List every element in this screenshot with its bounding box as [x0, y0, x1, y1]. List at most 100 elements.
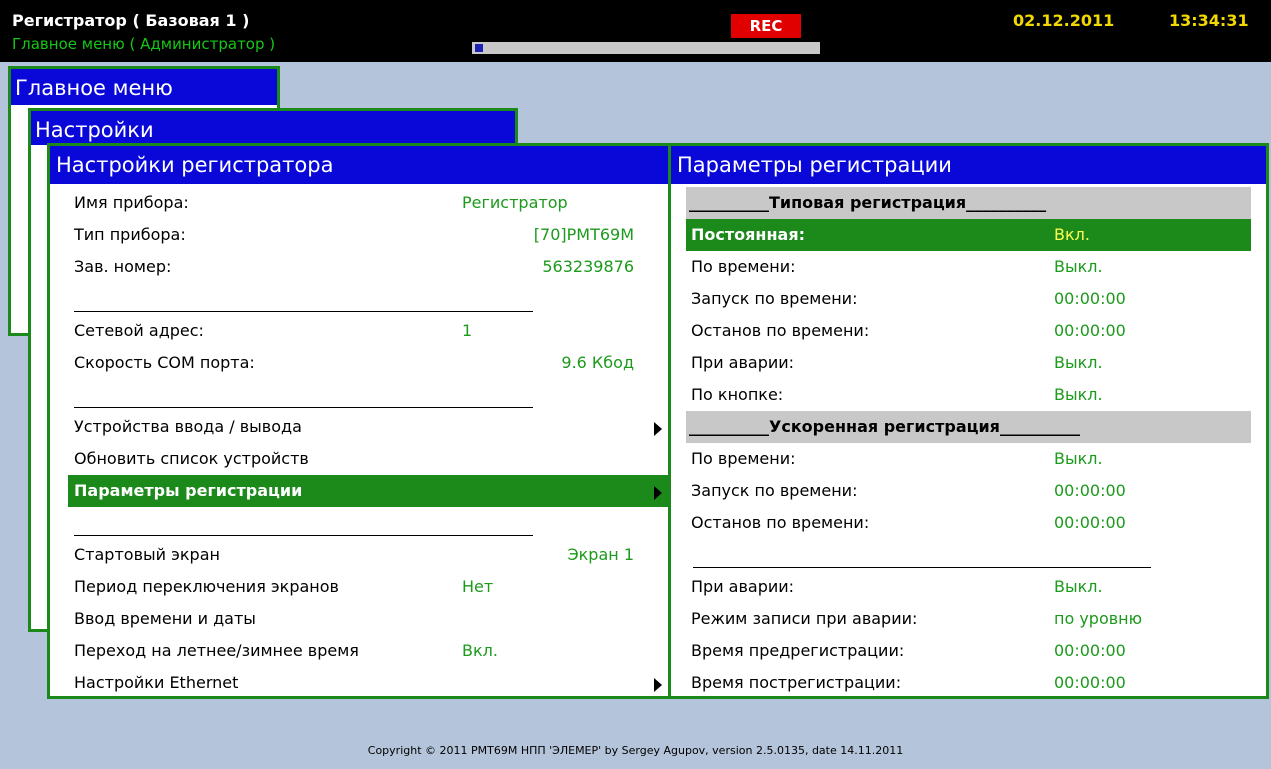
- menu-item-label: Скорость COM порта:: [74, 353, 255, 372]
- param-row[interactable]: По времени: Выкл.: [671, 443, 1266, 475]
- menu-item-value: [70]РМТ69М: [533, 225, 634, 244]
- recorder-settings-list: Имя прибора: Регистратор Тип прибора: [70]Р…: [50, 187, 668, 699]
- param-label: По времени:: [691, 257, 796, 276]
- menu-item[interactable]: Зав. номер: 563239876: [50, 251, 668, 283]
- menu-item[interactable]: Обновить список устройств: [50, 443, 668, 475]
- group-header: __________Типовая регистрация__________: [686, 187, 1251, 219]
- separator-line: [74, 407, 533, 408]
- group-header-label: __________Ускоренная регистрация________…: [689, 417, 1080, 436]
- settings-title: Настройки: [31, 111, 515, 145]
- param-row[interactable]: При аварии: Выкл.: [671, 347, 1266, 379]
- param-row[interactable]: Запуск по времени: 00:00:00: [671, 475, 1266, 507]
- param-row[interactable]: Останов по времени: 00:00:00: [671, 507, 1266, 539]
- separator-line: [74, 311, 533, 312]
- progress-marker: [475, 44, 483, 52]
- param-value: Выкл.: [1054, 577, 1103, 596]
- menu-item-label: Сетевой адрес:: [74, 321, 204, 340]
- param-value: по уровню: [1054, 609, 1143, 628]
- menu-item-value: Вкл.: [462, 641, 498, 660]
- param-label: Останов по времени:: [691, 321, 870, 340]
- separator: [50, 283, 668, 315]
- menu-item[interactable]: Ввод времени и даты: [50, 603, 668, 635]
- separator-line: [693, 567, 1151, 568]
- param-value: 00:00:00: [1054, 673, 1126, 692]
- rec-indicator: REC: [731, 14, 801, 38]
- menu-item-label: Обновить список устройств: [74, 449, 309, 468]
- recorder-settings-title: Настройки регистратора: [50, 146, 668, 184]
- menu-item[interactable]: Стартовый экран Экран 1: [50, 539, 668, 571]
- menu-item-value: 563239876: [542, 257, 634, 276]
- param-label: При аварии:: [691, 577, 795, 596]
- separator: [50, 379, 668, 411]
- menu-item[interactable]: Сетевой адрес: 1: [50, 315, 668, 347]
- status-header: Регистратор ( Базовая 1 ) Главное меню (…: [0, 0, 1271, 62]
- menu-item-value: 9.6 Кбод: [561, 353, 634, 372]
- registration-params-panel: Параметры регистрации __________Типовая …: [668, 143, 1269, 699]
- param-value: Выкл.: [1054, 449, 1103, 468]
- param-label: По времени:: [691, 449, 796, 468]
- menu-item[interactable]: Скорость COM порта: 9.6 Кбод: [50, 347, 668, 379]
- menu-item[interactable]: Период переключения экранов Нет: [50, 571, 668, 603]
- submenu-arrow-icon: [654, 678, 662, 692]
- registration-params-list: __________Типовая регистрация__________ П…: [671, 187, 1266, 699]
- param-label: Запуск по времени:: [691, 289, 858, 308]
- param-row[interactable]: При аварии: Выкл.: [671, 571, 1266, 603]
- registration-params-title: Параметры регистрации: [671, 146, 1266, 184]
- progress-bar: [472, 42, 820, 54]
- menu-item[interactable]: Настройки Ethernet: [50, 667, 668, 699]
- menu-item-label: Настройки Ethernet: [74, 673, 239, 692]
- separator: [671, 539, 1266, 571]
- param-value: Выкл.: [1054, 257, 1103, 276]
- param-label: По кнопке:: [691, 385, 784, 404]
- menu-item-label: Тип прибора:: [74, 225, 186, 244]
- menu-item-label: Имя прибора:: [74, 193, 189, 212]
- menu-item-label: Устройства ввода / вывода: [74, 417, 302, 436]
- param-row[interactable]: Время предрегистрации: 00:00:00: [671, 635, 1266, 667]
- menu-item-label: Период переключения экранов: [74, 577, 339, 596]
- submenu-arrow-icon: [654, 422, 662, 436]
- param-row[interactable]: По кнопке: Выкл.: [671, 379, 1266, 411]
- progress-fill: [472, 42, 483, 54]
- param-label: Останов по времени:: [691, 513, 870, 532]
- date-display: 02.12.2011: [1013, 11, 1115, 30]
- copyright-footer: Copyright © 2011 РМТ69М НПП 'ЭЛЕМЕР' by …: [367, 744, 904, 757]
- param-label: Запуск по времени:: [691, 481, 858, 500]
- separator: [50, 507, 668, 539]
- submenu-arrow-icon: [654, 486, 662, 500]
- param-row[interactable]: Останов по времени: 00:00:00: [671, 315, 1266, 347]
- param-value: 00:00:00: [1054, 641, 1126, 660]
- menu-item[interactable]: Имя прибора: Регистратор: [50, 187, 668, 219]
- param-label: Постоянная:: [691, 225, 805, 244]
- param-row[interactable]: По времени: Выкл.: [671, 251, 1266, 283]
- param-row[interactable]: Запуск по времени: 00:00:00: [671, 283, 1266, 315]
- param-label: Время пострегистрации:: [691, 673, 902, 692]
- param-value: Выкл.: [1054, 385, 1103, 404]
- menu-item[interactable]: Устройства ввода / вывода: [50, 411, 668, 443]
- menu-item-label: Ввод времени и даты: [74, 609, 256, 628]
- group-header-label: __________Типовая регистрация__________: [689, 193, 1047, 212]
- param-label: Режим записи при аварии:: [691, 609, 918, 628]
- menu-item[interactable]: Параметры регистрации: [68, 475, 668, 507]
- device-title: Регистратор ( Базовая 1 ): [12, 11, 250, 30]
- time-display: 13:34:31: [1169, 11, 1249, 30]
- param-value: Вкл.: [1054, 225, 1090, 244]
- param-value: Выкл.: [1054, 353, 1103, 372]
- param-value: 00:00:00: [1054, 481, 1126, 500]
- menu-item-value: Нет: [462, 577, 494, 596]
- menu-item-label: Переход на летнее/зимнее время: [74, 641, 359, 660]
- recorder-settings-panel: Настройки регистратора Имя прибора: Регис…: [47, 143, 671, 699]
- param-row[interactable]: Время пострегистрации: 00:00:00: [671, 667, 1266, 699]
- menu-item-value: Экран 1: [567, 545, 634, 564]
- param-value: 00:00:00: [1054, 513, 1126, 532]
- main-menu-title: Главное меню: [11, 69, 277, 105]
- param-row[interactable]: Режим записи при аварии: по уровню: [671, 603, 1266, 635]
- menu-item[interactable]: Тип прибора: [70]РМТ69М: [50, 219, 668, 251]
- param-row[interactable]: Постоянная: Вкл.: [686, 219, 1251, 251]
- param-label: При аварии:: [691, 353, 795, 372]
- menu-item-value: 1: [462, 321, 473, 340]
- group-header: __________Ускоренная регистрация________…: [686, 411, 1251, 443]
- param-value: 00:00:00: [1054, 289, 1126, 308]
- param-label: Время предрегистрации:: [691, 641, 905, 660]
- menu-item[interactable]: Переход на летнее/зимнее время Вкл.: [50, 635, 668, 667]
- menu-path: Главное меню ( Администратор ): [12, 35, 276, 53]
